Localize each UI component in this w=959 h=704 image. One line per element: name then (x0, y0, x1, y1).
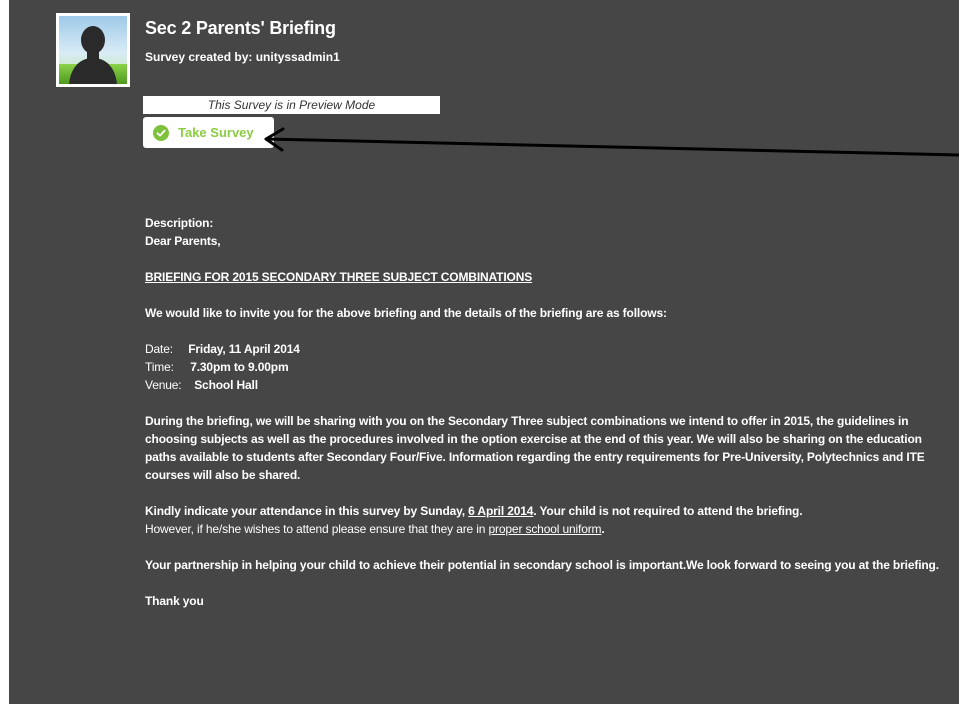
rsvp-deadline: 6 April 2014 (468, 504, 534, 518)
time-label: Time: (145, 360, 174, 374)
date-row: Date: Friday, 11 April 2014 (145, 340, 945, 358)
paragraph-attendance: Kindly indicate your attendance in this … (145, 502, 945, 538)
venue-label: Venue: (145, 378, 182, 392)
survey-description: Description: Dear Parents, BRIEFING FOR … (145, 214, 945, 610)
take-survey-label: Take Survey (178, 125, 254, 140)
preview-mode-notice: This Survey is in Preview Mode (143, 96, 440, 114)
closing-text: Thank you (145, 594, 204, 608)
uniform-text: proper school uniform (488, 522, 602, 536)
description-label: Description: (145, 216, 214, 230)
date-value: Friday, 11 April 2014 (188, 342, 300, 356)
intro-text: We would like to invite you for the abov… (145, 306, 667, 320)
paragraph-briefing-details: During the briefing, we will be sharing … (145, 414, 925, 482)
check-circle-icon (153, 124, 169, 141)
attendance-text-d: . (601, 522, 605, 536)
date-label: Date: (145, 342, 173, 356)
attendance-text-a: Kindly indicate your attendance in this … (145, 504, 469, 518)
page-title: Sec 2 Parents' Briefing (145, 18, 336, 38)
avatar (56, 13, 130, 87)
take-survey-button[interactable]: Take Survey (143, 117, 274, 148)
venue-row: Venue: School Hall (145, 376, 945, 394)
paragraph-partnership: Your partnership in helping your child t… (145, 558, 939, 572)
attendance-text-c: However, if he/she wishes to attend plea… (145, 522, 489, 536)
venue-value: School Hall (194, 378, 258, 392)
time-value: 7.30pm to 9.00pm (190, 360, 289, 374)
greeting: Dear Parents, (145, 234, 221, 248)
survey-creator: Survey created by: unityssadmin1 (145, 50, 340, 64)
attendance-text-b: . Your child is not required to attend t… (533, 504, 803, 518)
time-row: Time: 7.30pm to 9.00pm (145, 358, 945, 376)
briefing-heading: BRIEFING FOR 2015 SECONDARY THREE SUBJEC… (145, 270, 533, 284)
survey-panel: Sec 2 Parents' Briefing Survey created b… (9, 0, 959, 704)
user-silhouette-icon (59, 16, 127, 84)
